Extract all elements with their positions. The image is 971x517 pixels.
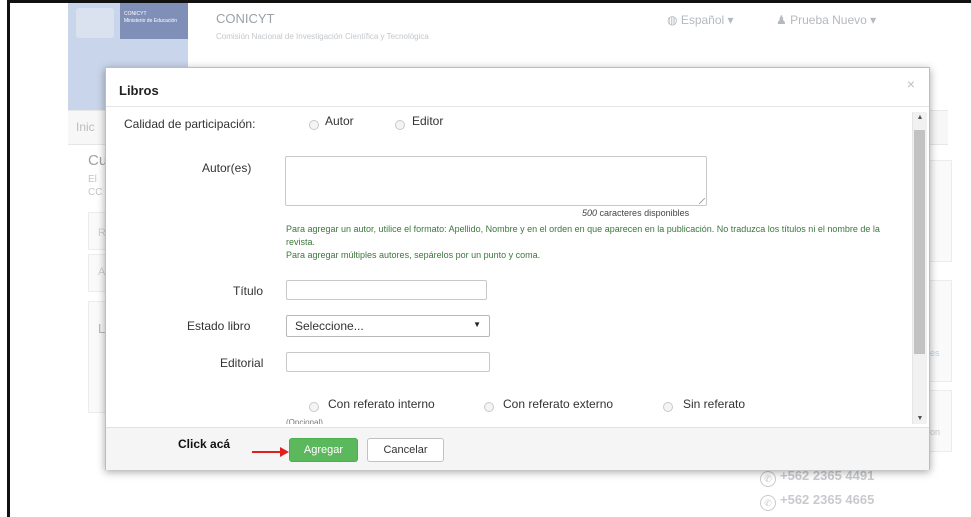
phone-number: +562 2365 4665 bbox=[780, 492, 875, 507]
radio-sin-referato-label[interactable]: Sin referato bbox=[683, 397, 745, 411]
contact-phone-1: ✆ +562 2365 4491 bbox=[760, 468, 874, 487]
logo-brand-name: CONICYT bbox=[124, 11, 147, 17]
radio-referato-interno[interactable] bbox=[309, 402, 319, 412]
radio-referato-externo-label[interactable]: Con referato externo bbox=[503, 397, 613, 411]
side-panel bbox=[928, 280, 952, 382]
intro-line-2: CC bbox=[88, 187, 103, 198]
radio-referato-interno-label[interactable]: Con referato interno bbox=[328, 397, 435, 411]
side-panel bbox=[928, 390, 952, 452]
contact-phone-2: ✆ +562 2365 4665 bbox=[760, 492, 874, 511]
title-label: Título bbox=[233, 284, 264, 298]
close-icon[interactable]: × bbox=[907, 76, 915, 92]
side-panel bbox=[928, 160, 952, 262]
radio-autor-label[interactable]: Autor bbox=[325, 114, 354, 128]
site-subtitle: Comisión Nacional de Investigación Cient… bbox=[216, 32, 429, 41]
caret-down-icon: ▾ bbox=[727, 13, 734, 27]
modal-header: Libros × bbox=[106, 68, 929, 107]
radio-referato-externo[interactable] bbox=[484, 402, 494, 412]
user-name: Prueba Nuevo bbox=[790, 13, 867, 27]
book-status-label: Estado libro bbox=[187, 319, 251, 333]
book-status-select[interactable]: Seleccione... ▼ bbox=[286, 315, 490, 337]
modal-scrollbar[interactable]: ▲ ▼ bbox=[912, 112, 927, 424]
red-arrow-icon bbox=[252, 447, 289, 457]
globe-icon: ◍ bbox=[667, 13, 678, 27]
scroll-up-icon[interactable]: ▲ bbox=[913, 114, 927, 121]
user-menu[interactable]: ♟ Prueba Nuevo ▾ bbox=[776, 13, 876, 27]
intro-line-1: El bbox=[88, 174, 97, 185]
authors-help-line-2: Para agregar múltiples autores, sepárelo… bbox=[286, 250, 541, 260]
optional-hint: (Opcional) bbox=[286, 418, 323, 424]
radio-sin-referato[interactable] bbox=[663, 402, 673, 412]
participation-label: Calidad de participación: bbox=[124, 117, 256, 131]
side-text-fragment: on bbox=[930, 427, 941, 437]
caret-down-icon: ▼ bbox=[473, 320, 481, 329]
caret-down-icon: ▾ bbox=[870, 13, 877, 27]
scrollbar-thumb[interactable] bbox=[914, 130, 925, 354]
radio-autor[interactable] bbox=[309, 120, 319, 130]
radio-editor[interactable] bbox=[395, 120, 405, 130]
libros-modal: Libros × Calidad de participación: Autor… bbox=[105, 67, 930, 470]
page-intro: El CC bbox=[88, 173, 102, 199]
chars-available: 500 caracteres disponibles bbox=[582, 208, 689, 218]
authors-textarea[interactable] bbox=[285, 156, 707, 206]
side-link-fragment[interactable]: es bbox=[930, 348, 940, 358]
modal-body: Calidad de participación: Autor Editor A… bbox=[106, 107, 929, 427]
phone-number: +562 2365 4491 bbox=[780, 468, 875, 483]
logo-text: CONICYT Ministerio de Educación bbox=[124, 11, 177, 25]
cancel-button[interactable]: Cancelar bbox=[367, 438, 444, 462]
language-menu[interactable]: ◍ Español ▾ bbox=[667, 13, 734, 27]
click-here-annotation: Click acá bbox=[178, 437, 231, 451]
publisher-input[interactable] bbox=[286, 352, 490, 372]
phone-icon: ✆ bbox=[760, 495, 776, 511]
title-input[interactable] bbox=[286, 280, 487, 300]
site-title: CONICYT bbox=[216, 11, 275, 26]
resize-handle-icon[interactable] bbox=[699, 198, 705, 204]
modal-title: Libros bbox=[119, 83, 159, 98]
user-icon: ♟ bbox=[776, 13, 787, 27]
scroll-down-icon[interactable]: ▼ bbox=[913, 415, 927, 422]
modal-footer: Click acá Agregar Cancelar bbox=[106, 427, 929, 470]
logo-brand-sub: Ministerio de Educación bbox=[124, 18, 178, 24]
authors-help-text: Para agregar un autor, utilice el format… bbox=[286, 223, 896, 262]
language-label: Español bbox=[680, 13, 725, 27]
radio-editor-label[interactable]: Editor bbox=[412, 114, 443, 128]
breadcrumb-home[interactable]: Inic bbox=[76, 120, 95, 134]
add-button[interactable]: Agregar bbox=[289, 438, 358, 462]
publisher-label: Editorial bbox=[220, 356, 264, 370]
chars-count: 500 bbox=[582, 208, 598, 218]
authors-label: Autor(es) bbox=[202, 161, 252, 175]
book-status-value: Seleccione... bbox=[295, 319, 364, 333]
phone-icon: ✆ bbox=[760, 471, 776, 487]
chars-text: caracteres disponibles bbox=[599, 208, 690, 218]
coat-of-arms-icon bbox=[76, 8, 114, 38]
authors-help-line-1: Para agregar un autor, utilice el format… bbox=[286, 224, 880, 247]
